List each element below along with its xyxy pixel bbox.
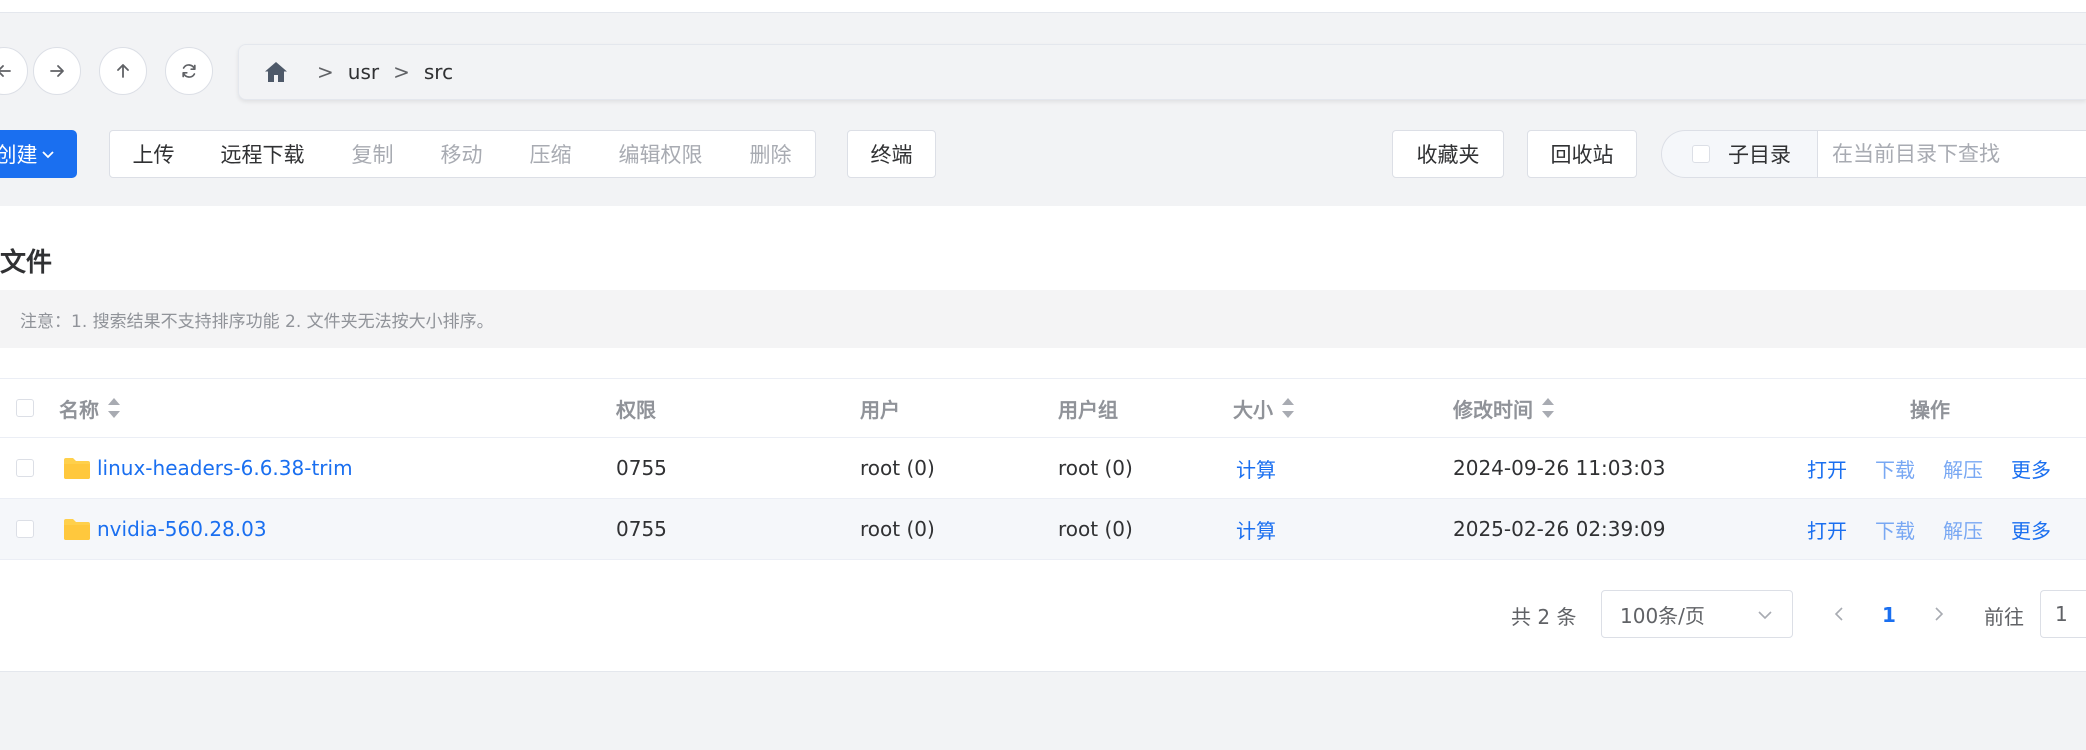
- column-size[interactable]: 大小: [1233, 379, 1295, 437]
- extract-link[interactable]: 解压: [1943, 515, 1983, 544]
- search-input[interactable]: [1818, 131, 2086, 177]
- extract-link[interactable]: 解压: [1943, 454, 1983, 483]
- breadcrumb[interactable]: > usr > src: [238, 44, 2086, 100]
- search-bar: 子目录: [1661, 130, 2086, 178]
- more-link[interactable]: 更多: [2011, 515, 2051, 544]
- group-value[interactable]: root (0): [1058, 499, 1133, 559]
- recycle-bin-button[interactable]: 回收站: [1527, 130, 1637, 178]
- new-button[interactable]: 创建: [0, 130, 77, 178]
- column-modified-label: 修改时间: [1453, 397, 1533, 422]
- subdir-checkbox[interactable]: [1692, 145, 1710, 163]
- chevron-down-icon: [41, 151, 54, 159]
- permission-value[interactable]: 0755: [616, 438, 667, 498]
- open-link[interactable]: 打开: [1807, 454, 1847, 483]
- sort-icon[interactable]: [1281, 397, 1295, 419]
- user-value[interactable]: root (0): [860, 438, 935, 498]
- page-size-value: 100条/页: [1620, 603, 1705, 628]
- breadcrumb-usr[interactable]: usr: [348, 60, 379, 84]
- modified-value: 2024-09-26 11:03:03: [1453, 456, 1666, 480]
- column-user: 用户: [860, 397, 900, 422]
- file-panel: 文件 注意：1. 搜索结果不支持排序功能 2. 文件夹无法按大小排序。 名称 权…: [0, 206, 2086, 672]
- column-name[interactable]: 名称: [59, 379, 121, 437]
- file-table: 名称 权限 用户 用户组 大小 修改时间 操作 linux-headers-6.…: [0, 378, 2086, 560]
- column-name-label: 名称: [59, 397, 99, 422]
- arrow-left-icon: [0, 65, 11, 77]
- copy-button[interactable]: 复制: [328, 130, 418, 178]
- favorites-button[interactable]: 收藏夹: [1392, 130, 1504, 178]
- breadcrumb-separator: >: [317, 60, 334, 84]
- table-header: 名称 权限 用户 用户组 大小 修改时间 操作: [0, 378, 2086, 438]
- user-value[interactable]: root (0): [860, 499, 935, 559]
- table-row[interactable]: nvidia-560.28.03 0755 root (0) root (0) …: [0, 499, 2086, 560]
- terminal-button[interactable]: 终端: [847, 130, 936, 178]
- folder-icon: [64, 519, 90, 540]
- arrow-right-icon: [50, 65, 64, 77]
- refresh-icon: [182, 64, 196, 78]
- modified-value: 2025-02-26 02:39:09: [1453, 517, 1666, 541]
- calculate-size-link[interactable]: 计算: [1236, 499, 1276, 559]
- column-permission: 权限: [616, 397, 656, 422]
- notice-bar: 注意：1. 搜索结果不支持排序功能 2. 文件夹无法按大小排序。: [0, 290, 2086, 348]
- pagination: 共 2 条 100条/页 1 前往 1: [0, 590, 2086, 640]
- table-row[interactable]: linux-headers-6.6.38-trim 0755 root (0) …: [0, 438, 2086, 499]
- delete-button[interactable]: 删除: [726, 130, 816, 178]
- new-button-label: 创建: [0, 143, 38, 167]
- sort-icon[interactable]: [1541, 397, 1555, 419]
- download-link[interactable]: 下载: [1875, 515, 1915, 544]
- download-link[interactable]: 下载: [1875, 454, 1915, 483]
- prev-page-icon[interactable]: [1831, 605, 1849, 623]
- goto-page-input[interactable]: 1: [2040, 590, 2086, 638]
- chevron-down-icon: [1758, 611, 1772, 620]
- move-button[interactable]: 移动: [417, 130, 507, 178]
- upload-button[interactable]: 上传: [109, 130, 198, 178]
- select-all-checkbox[interactable]: [16, 399, 34, 417]
- group-value[interactable]: root (0): [1058, 438, 1133, 498]
- arrow-up-icon: [117, 64, 129, 78]
- breadcrumb-src[interactable]: src: [424, 60, 453, 84]
- remote-download-button[interactable]: 远程下载: [197, 130, 329, 178]
- goto-label: 前往: [1984, 604, 2024, 629]
- edit-permissions-button[interactable]: 编辑权限: [595, 130, 727, 178]
- column-group: 用户组: [1058, 397, 1118, 422]
- breadcrumb-separator: >: [393, 60, 410, 84]
- next-page-icon[interactable]: [1929, 605, 1947, 623]
- up-button[interactable]: [99, 47, 147, 95]
- column-actions: 操作: [1910, 397, 1950, 422]
- home-icon[interactable]: [263, 59, 289, 85]
- forward-button[interactable]: [33, 47, 81, 95]
- permission-value[interactable]: 0755: [616, 499, 667, 559]
- page-number-current[interactable]: 1: [1882, 590, 1896, 640]
- file-name-link[interactable]: nvidia-560.28.03: [97, 517, 267, 541]
- panel-title: 文件: [0, 248, 53, 278]
- open-link[interactable]: 打开: [1807, 515, 1847, 544]
- subdir-toggle[interactable]: 子目录: [1662, 131, 1818, 177]
- file-name-link[interactable]: linux-headers-6.6.38-trim: [97, 456, 353, 480]
- subdir-label: 子目录: [1728, 143, 1791, 167]
- back-button[interactable]: [0, 47, 28, 95]
- more-link[interactable]: 更多: [2011, 454, 2051, 483]
- compress-button[interactable]: 压缩: [506, 130, 596, 178]
- row-checkbox[interactable]: [16, 520, 34, 538]
- folder-icon: [64, 458, 90, 479]
- column-size-label: 大小: [1233, 397, 1273, 422]
- calculate-size-link[interactable]: 计算: [1236, 438, 1276, 498]
- column-modified[interactable]: 修改时间: [1453, 379, 1555, 437]
- row-checkbox[interactable]: [16, 459, 34, 477]
- page-size-select[interactable]: 100条/页: [1601, 590, 1793, 638]
- top-strip: [0, 0, 2086, 13]
- total-count: 共 2 条: [1511, 604, 1577, 629]
- sort-icon[interactable]: [107, 397, 121, 419]
- refresh-button[interactable]: [165, 47, 213, 95]
